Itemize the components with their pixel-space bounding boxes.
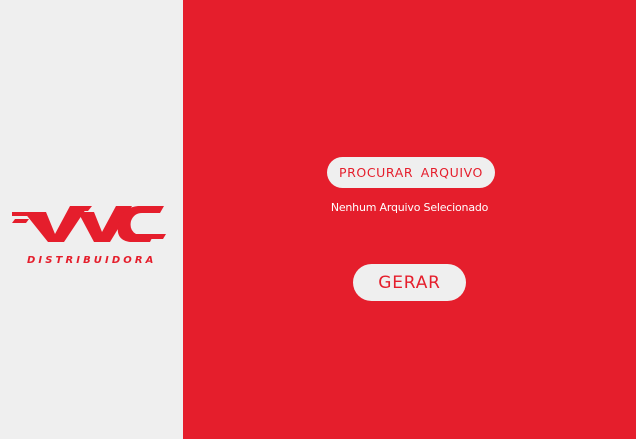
logo-subtitle: DISTRIBUIDORA: [27, 255, 157, 266]
generate-button[interactable]: GERAR: [353, 264, 466, 301]
browse-file-button[interactable]: PROCURAR ARQUIVO: [327, 157, 495, 188]
brand-panel: DISTRIBUIDORA: [0, 0, 183, 439]
file-status-text: Nenhum Arquivo Selecionado: [330, 201, 489, 214]
main-panel: PROCURAR ARQUIVO Nenhum Arquivo Selecion…: [183, 0, 636, 439]
app-root: DISTRIBUIDORA PROCURAR ARQUIVO Nenhum Ar…: [0, 0, 636, 439]
